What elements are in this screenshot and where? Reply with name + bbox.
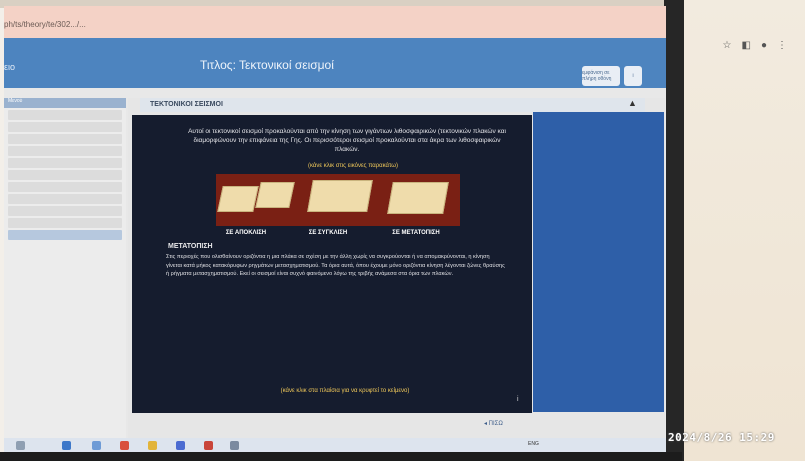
label-convergence[interactable]: ΣΕ ΣΥΓΚΛΙΣΗ	[288, 230, 368, 236]
sidebar-item[interactable]	[8, 110, 122, 120]
sidebar-item[interactable]	[8, 122, 122, 132]
url-text[interactable]: ph/ts/theory/te/302.../...	[4, 20, 86, 29]
section-title: ΜΕΤΑΤΟΠΙΣΗ	[168, 243, 213, 250]
label-transform[interactable]: ΣΕ ΜΕΤΑΤΟΠΙΣΗ	[376, 230, 456, 236]
back-button[interactable]: ◂ ΠΙΣΩ	[484, 420, 503, 427]
app-icon[interactable]	[92, 441, 101, 450]
photo-bottom-edge	[0, 452, 682, 461]
sidebar-item[interactable]	[8, 218, 122, 228]
star-icon[interactable]: ☆	[723, 40, 732, 51]
sidebar-item-active[interactable]	[8, 230, 122, 240]
sidebar-item[interactable]	[8, 158, 122, 168]
folder-icon[interactable]	[148, 441, 157, 450]
system-tray[interactable]: ENG	[528, 441, 539, 447]
search-icon[interactable]	[16, 441, 25, 450]
sidebar-header: Μενού	[4, 98, 126, 108]
sidebar-item[interactable]	[8, 182, 122, 192]
profile-icon[interactable]: ●	[761, 40, 767, 51]
plate-divergence-right[interactable]	[255, 182, 295, 208]
sidebar: Μενού	[4, 98, 126, 440]
menu-icon[interactable]: ⋮	[777, 40, 787, 51]
app-icon[interactable]	[204, 441, 213, 450]
app-header	[4, 38, 666, 88]
topic-bar: ΤΕΚΤΟΝΙΚΟΙ ΣΕΙΣΜΟΙ	[140, 98, 645, 112]
chrome-icon[interactable]	[120, 441, 129, 450]
intro-text: Αυτοί οι τεκτονικοί σεισμοί προκαλούνται…	[188, 128, 506, 153]
app-header-left-label: ειο	[4, 62, 16, 72]
sidebar-item[interactable]	[8, 146, 122, 156]
monitor-bezel	[664, 0, 684, 461]
sidebar-item[interactable]	[8, 170, 122, 180]
section-body[interactable]: Στις περιοχές που ολισθαίνουν οριζόντια …	[166, 253, 506, 279]
info-button[interactable]: i	[624, 66, 642, 86]
label-divergence[interactable]: ΣΕ ΑΠΟΚΛΙΣΗ	[206, 230, 286, 236]
plate-divergence-left[interactable]	[217, 186, 259, 212]
sidebar-item[interactable]	[8, 206, 122, 216]
taskbar	[4, 438, 666, 452]
sidebar-item[interactable]	[8, 194, 122, 204]
app-icon[interactable]	[230, 441, 239, 450]
photo-timestamp: 2024/8/26 15:29	[668, 431, 775, 444]
page-title: Τιτλος: Τεκτονικοί σεισμοί	[200, 58, 334, 72]
hint-bottom: (κάνε κλικ στα πλαίσια για να κρυφτεί το…	[280, 388, 410, 394]
plate-convergence[interactable]	[307, 180, 373, 212]
hint-top: (κάνε κλικ στις εικόνες παρακάτω)	[308, 163, 398, 169]
browser-toolbar: ☆ ◧ ● ⋮	[723, 40, 787, 51]
info-icon[interactable]: i	[517, 396, 519, 403]
scroll-up-icon[interactable]: ▲	[628, 98, 637, 108]
right-panel	[533, 112, 664, 412]
background-wall	[682, 0, 805, 461]
plate-transform[interactable]	[387, 182, 449, 214]
extension-icon[interactable]: ◧	[742, 40, 751, 51]
fullscreen-button[interactable]: εμφάνιση σε πλήρη οθόνη	[582, 66, 620, 86]
app-icon[interactable]	[176, 441, 185, 450]
sidebar-item[interactable]	[8, 134, 122, 144]
app-icon[interactable]	[62, 441, 71, 450]
